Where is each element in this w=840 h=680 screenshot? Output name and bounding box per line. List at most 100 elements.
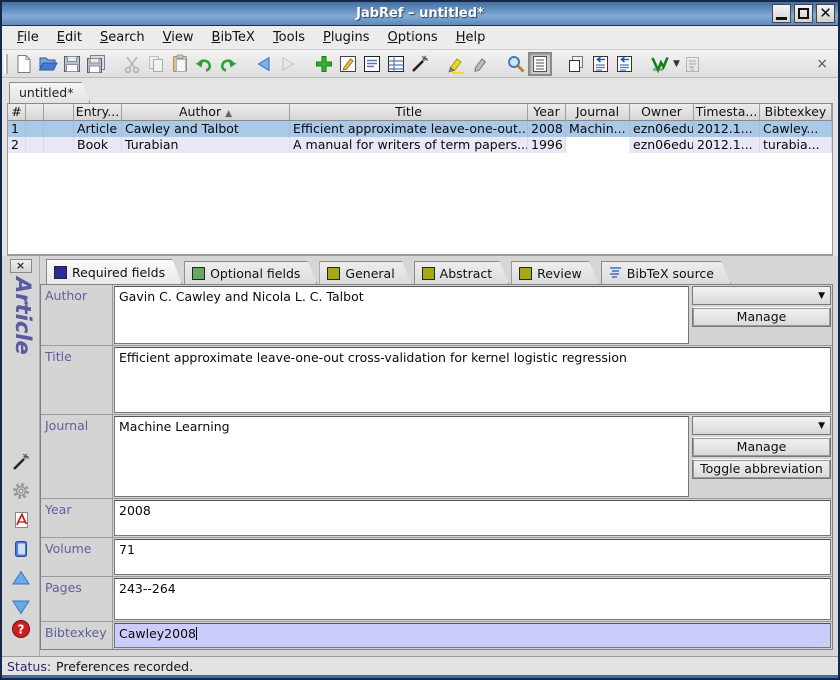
- toggle-preview-button[interactable]: [528, 52, 552, 76]
- new-entry-button[interactable]: [312, 52, 336, 76]
- column-header-timestamp[interactable]: Timesta...: [694, 104, 760, 121]
- help-button[interactable]: ?: [10, 620, 32, 642]
- journal-manage-button[interactable]: Manage: [692, 437, 831, 457]
- tab-abstract[interactable]: Abstract: [414, 261, 509, 284]
- close-button[interactable]: ✕: [816, 4, 835, 23]
- column-header-entrytype[interactable]: Entry...: [74, 104, 122, 121]
- mark-entries-button[interactable]: [444, 52, 468, 76]
- column-header-journal[interactable]: Journal: [566, 104, 630, 121]
- minimize-icon: [776, 17, 787, 20]
- menu-bibtex[interactable]: BibTeX: [203, 28, 264, 47]
- paste-button[interactable]: [168, 52, 192, 76]
- title-bar[interactable]: JabRef – untitled* ✕: [2, 2, 838, 26]
- column-header-owner[interactable]: Owner: [630, 104, 694, 121]
- column-header-icon1[interactable]: [26, 104, 44, 121]
- toggle-abbreviation-button[interactable]: Toggle abbreviation: [692, 459, 831, 479]
- field-row-pages: Pages 243--264: [41, 577, 832, 622]
- menu-help[interactable]: Help: [447, 28, 495, 47]
- help-icon: ?: [11, 619, 31, 643]
- pages-field-input[interactable]: 243--264: [114, 578, 831, 620]
- database-tab-untitled[interactable]: untitled*: [9, 82, 90, 103]
- minimize-button[interactable]: [772, 4, 791, 23]
- import-into-current-database-button[interactable]: [588, 52, 612, 76]
- menu-file[interactable]: File: [8, 28, 48, 47]
- year-field-input[interactable]: 2008: [114, 500, 831, 536]
- generate-key-button[interactable]: [10, 453, 32, 475]
- tab-optional-fields[interactable]: Optional fields: [184, 261, 317, 284]
- tab-review[interactable]: Review: [511, 261, 599, 284]
- forward-triangle-icon: [278, 54, 298, 74]
- menu-view[interactable]: View: [154, 28, 203, 47]
- database-tab-strip: untitled*: [2, 78, 838, 103]
- menu-edit[interactable]: Edit: [48, 28, 91, 47]
- column-header-year[interactable]: Year: [528, 104, 566, 121]
- table-row[interactable]: 1 Article Cawley and Talbot Efficient ap…: [8, 121, 832, 137]
- menu-options[interactable]: Options: [379, 28, 447, 47]
- edit-entry-button[interactable]: [336, 52, 360, 76]
- menu-plugins[interactable]: Plugins: [314, 28, 379, 47]
- cell-timestamp: 2012.1...: [694, 121, 760, 137]
- column-header-bibtexkey[interactable]: Bibtexkey: [760, 104, 832, 121]
- openoffice-dropdown-icon[interactable]: ▼: [673, 59, 680, 69]
- unmark-entries-button[interactable]: [468, 52, 492, 76]
- document-lines-icon: [362, 54, 382, 74]
- save-all-button[interactable]: [84, 52, 108, 76]
- table-row[interactable]: 2 Book Turabian A manual for writers of …: [8, 137, 832, 153]
- undo-button[interactable]: [192, 52, 216, 76]
- tab-general[interactable]: General: [319, 261, 411, 284]
- tab-bibtex-source[interactable]: BibTeX source: [601, 261, 731, 284]
- edit-preamble-button[interactable]: [360, 52, 384, 76]
- redo-button[interactable]: [216, 52, 240, 76]
- entry-editor-side-icons: [10, 453, 32, 620]
- new-from-plain-text-button[interactable]: [564, 52, 588, 76]
- title-field-input[interactable]: Efficient approximate leave-one-out cros…: [114, 347, 831, 413]
- cut-button[interactable]: [120, 52, 144, 76]
- author-name-format-combo[interactable]: ▼: [692, 286, 831, 305]
- copy-button[interactable]: [144, 52, 168, 76]
- text-caret: [196, 627, 197, 640]
- entry-editor-close-button[interactable]: ×: [10, 259, 32, 273]
- column-header-number[interactable]: #: [8, 104, 26, 121]
- volume-field-input[interactable]: 71: [114, 539, 831, 575]
- maximize-button[interactable]: [794, 4, 813, 23]
- edit-strings-button[interactable]: [384, 52, 408, 76]
- menu-search[interactable]: Search: [91, 28, 154, 47]
- back-triangle-icon: [254, 54, 274, 74]
- toolbar-close-icon[interactable]: ×: [812, 56, 832, 72]
- journal-field-input[interactable]: Machine Learning: [114, 416, 689, 497]
- field-row-volume: Volume 71: [41, 538, 832, 577]
- author-manage-button[interactable]: Manage: [692, 307, 831, 327]
- save-all-icon: [86, 54, 106, 74]
- menu-tools[interactable]: Tools: [264, 28, 314, 47]
- journal-combo[interactable]: ▼: [692, 416, 831, 435]
- paste-clipboard-icon: [170, 54, 190, 74]
- search-button[interactable]: [504, 52, 528, 76]
- cell-entrytype: Book: [74, 137, 122, 153]
- push-to-application-button[interactable]: [680, 52, 704, 76]
- new-database-button[interactable]: [12, 52, 36, 76]
- open-note-button[interactable]: [10, 540, 32, 562]
- settings-button[interactable]: [10, 482, 32, 504]
- column-header-icon2[interactable]: [44, 104, 74, 121]
- openoffice-connection-button[interactable]: [648, 52, 672, 76]
- import-into-new-database-button[interactable]: [612, 52, 636, 76]
- plus-icon: [314, 54, 334, 74]
- open-pdf-button[interactable]: [10, 511, 32, 533]
- tab-required-fields[interactable]: Required fields: [46, 259, 182, 284]
- field-row-bibtexkey: Bibtexkey Cawley2008: [41, 622, 832, 649]
- author-field-input[interactable]: Gavin C. Cawley and Nicola L. C. Talbot: [114, 286, 689, 344]
- previous-entry-button[interactable]: [10, 569, 32, 591]
- column-header-title[interactable]: Title: [290, 104, 528, 121]
- toolbar-grip[interactable]: [4, 54, 8, 74]
- back-button[interactable]: [252, 52, 276, 76]
- cell-icon2: [44, 121, 74, 137]
- forward-button[interactable]: [276, 52, 300, 76]
- column-header-author[interactable]: Author ▲: [122, 104, 290, 121]
- save-database-button[interactable]: [60, 52, 84, 76]
- bibtexkey-field-input[interactable]: Cawley2008: [114, 623, 831, 648]
- next-entry-button[interactable]: [10, 598, 32, 620]
- wizard-button[interactable]: [408, 52, 432, 76]
- sort-ascending-icon: ▲: [225, 109, 232, 119]
- database-tab-label: untitled*: [19, 85, 73, 100]
- open-database-button[interactable]: [36, 52, 60, 76]
